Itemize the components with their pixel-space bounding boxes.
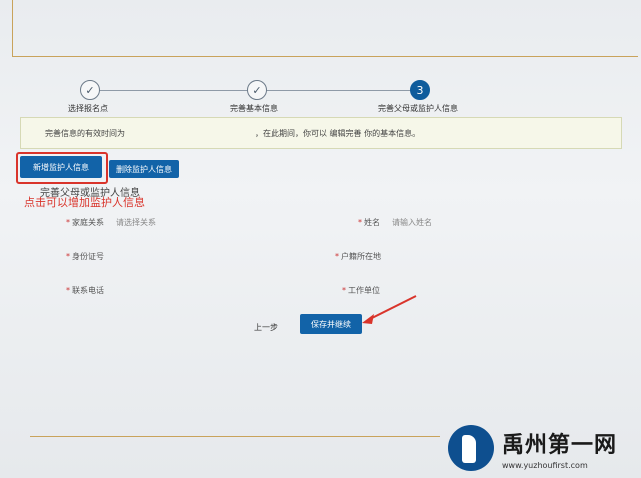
step-connector (266, 90, 421, 91)
check-icon: ✓ (247, 80, 267, 100)
logo-url: www.yuzhoufirst.com (502, 460, 588, 470)
delete-guardian-button[interactable]: 删除监护人信息 (109, 160, 179, 178)
add-guardian-button[interactable]: 新增监护人信息 (20, 156, 102, 178)
step-label: 完善基本信息 (230, 104, 278, 113)
step-label: 选择报名点 (68, 104, 108, 113)
field-name[interactable]: * 姓名 请输入姓名 (358, 217, 432, 228)
notice-text: ，在此期间，你可以 编辑完善 你的基本信息。 (255, 128, 421, 138)
field-household[interactable]: * 户籍所在地 (335, 251, 381, 262)
save-continue-button[interactable]: 保存并继续 (300, 314, 362, 334)
site-logo: 禹州第一网 www.yuzhoufirst.com (448, 420, 638, 476)
arrow-icon (362, 295, 417, 324)
notice-text: 完善信息的有效时间为 (45, 128, 125, 138)
relation-select[interactable]: 请选择关系 (116, 218, 156, 227)
prev-button[interactable]: 上一步 (246, 319, 286, 335)
info-notice: 完善信息的有效时间为 ，在此期间，你可以 编辑完善 你的基本信息。 (20, 117, 622, 149)
name-input[interactable]: 请输入姓名 (392, 218, 432, 227)
progress-steps: ✓ 选择报名点 ✓ 完善基本信息 3 完善父母或监护人信息 (40, 80, 520, 120)
step-label: 完善父母或监护人信息 (378, 104, 458, 113)
bottom-frame-line (30, 436, 440, 437)
field-id-card[interactable]: * 身份证号 (66, 251, 104, 262)
top-frame-line (12, 0, 638, 57)
check-icon: ✓ (80, 80, 100, 100)
logo-icon (448, 425, 494, 471)
step-connector (98, 90, 248, 91)
field-phone[interactable]: * 联系电话 (66, 285, 104, 296)
annotation-text: 点击可以增加监护人信息 (24, 196, 145, 209)
field-relation[interactable]: * 家庭关系 请选择关系 (66, 217, 156, 228)
logo-name: 禹州第一网 (502, 432, 618, 458)
step-number: 3 (410, 80, 430, 100)
